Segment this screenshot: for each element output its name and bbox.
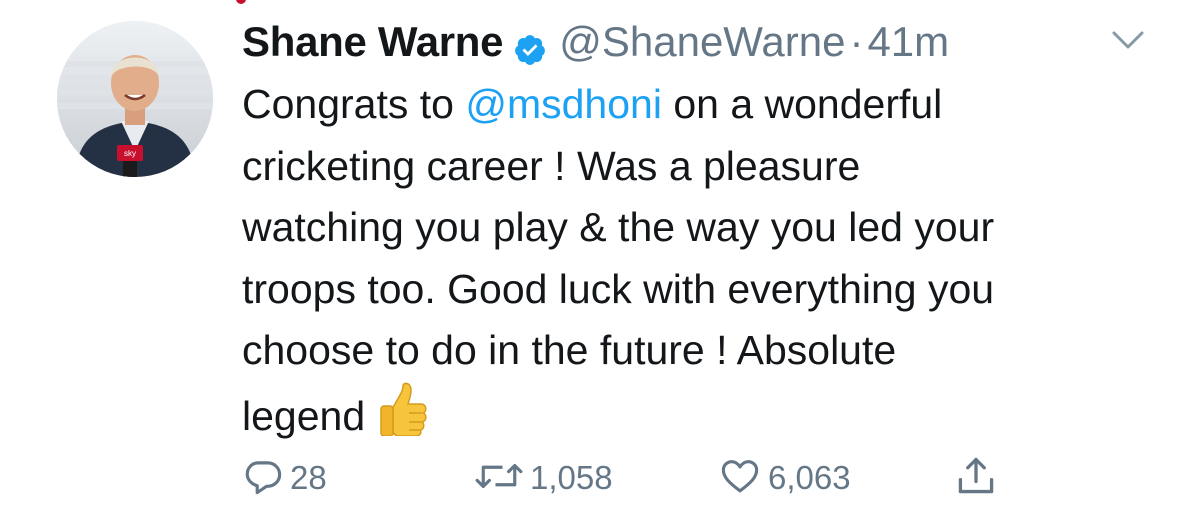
text-segment: Congrats to <box>242 81 466 127</box>
tweet-text-line: troops too. Good luck with everything yo… <box>242 265 995 312</box>
reply-count: 28 <box>290 459 327 496</box>
thumbs-up-icon <box>379 382 429 454</box>
retweet-icon <box>474 455 524 502</box>
reply-button[interactable]: 28 <box>242 450 327 506</box>
share-icon <box>954 454 998 503</box>
tweet[interactable]: sky Shane Warne @ShaneWarne · 41m Congra… <box>0 0 1200 519</box>
tweet-text-line: Congrats to @msdhoni on a wonderful <box>242 74 1172 136</box>
thread-indicator <box>236 0 246 4</box>
tweet-header: Shane Warne @ShaneWarne · 41m <box>242 14 949 70</box>
retweet-button[interactable]: 1,058 <box>474 450 613 506</box>
author-handle[interactable]: @ShaneWarne <box>559 14 845 70</box>
tweet-text-line: legend <box>242 382 1172 454</box>
tweet-timestamp[interactable]: 41m <box>867 14 949 70</box>
like-button[interactable]: 6,063 <box>718 450 851 506</box>
avatar-photo: sky <box>57 21 213 177</box>
like-count: 6,063 <box>768 459 851 496</box>
reply-icon <box>242 455 284 502</box>
chevron-down-icon[interactable] <box>1110 28 1146 52</box>
mention-link[interactable]: @msdhoni <box>465 81 662 127</box>
text-segment: legend <box>242 392 366 439</box>
tweet-text-line: choose to do in the future ! Absolute <box>242 327 897 373</box>
verified-badge-icon <box>513 25 547 65</box>
avatar[interactable]: sky <box>57 21 213 177</box>
share-button[interactable] <box>954 450 998 506</box>
tweet-text-line: cricketing career ! Was a pleasure <box>242 142 861 189</box>
text-segment: on a wonderful <box>661 81 943 127</box>
avatar-mic-logo: sky <box>124 149 136 158</box>
separator-dot: · <box>849 18 864 65</box>
tweet-text-line: watching you play & the way you led your <box>242 204 995 250</box>
tweet-text: Congrats to @msdhoni on a wonderful cric… <box>242 74 1172 453</box>
display-name[interactable]: Shane Warne <box>242 14 504 70</box>
retweet-count: 1,058 <box>530 459 613 496</box>
heart-icon <box>718 455 762 502</box>
